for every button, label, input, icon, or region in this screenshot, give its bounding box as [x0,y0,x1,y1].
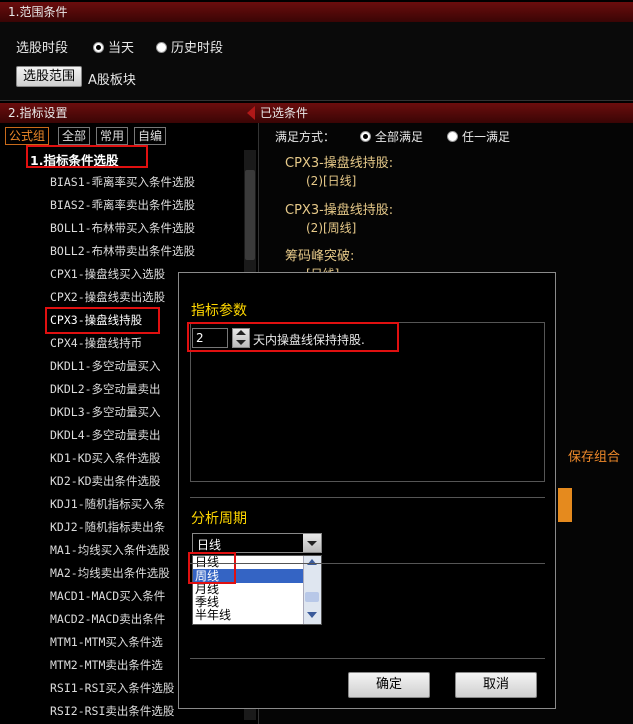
dialog-divider [190,497,545,498]
tab-formula-group[interactable]: 公式组 [5,127,50,145]
collapse-arrow-icon[interactable] [247,106,255,120]
radio-today[interactable]: 当天 [93,37,134,56]
indicator-section-title: 2.指标设置 [8,106,68,120]
period-select[interactable]: 日线 [192,533,322,553]
dropdown-scrollbar[interactable] [303,556,321,624]
radio-all-label: 全部满足 [375,130,424,144]
radio-any-label: 任一满足 [462,130,511,144]
tab-all[interactable]: 全部 [58,127,91,145]
scroll-down-icon[interactable] [307,612,317,618]
range-value: A股板块 [88,73,136,88]
highlight-weekly [188,552,236,584]
radio-any-satisfy[interactable]: 任一满足 [447,128,510,145]
period-divider [190,563,545,564]
tree-item[interactable]: RSI1-RSI买入条件选股 [50,677,174,699]
condition-title[interactable]: 筹码峰突破: [285,245,354,264]
period-option[interactable]: 半年线 [195,609,303,622]
tree-item[interactable]: BOLL1-布林带买入条件选股 [50,217,195,239]
tree-item[interactable]: KD1-KD买入条件选股 [50,447,161,469]
radio-all-dot-icon [360,131,371,142]
cancel-button[interactable]: 取消 [455,672,537,698]
period-dropdown-button[interactable] [303,534,321,552]
range-section-title: 1.范围条件 [8,5,68,19]
tree-item[interactable]: MACD1-MACD买入条件 [50,585,165,607]
tree-item[interactable]: MA1-均线买入条件选股 [50,539,170,561]
radio-history-label: 历史时段 [171,41,224,56]
tree-item[interactable]: CPX1-操盘线买入选股 [50,263,165,285]
ok-button[interactable]: 确定 [348,672,430,698]
radio-history-dot-icon [156,42,167,53]
condition-title[interactable]: CPX3-操盘线持股: [285,199,393,218]
tree-item[interactable]: DKDL2-多空动量卖出 [50,378,161,400]
tree-item[interactable]: KD2-KD卖出条件选股 [50,470,161,492]
range-section-panel [0,22,633,101]
dropdown-scroll-thumb[interactable] [305,592,319,602]
tree-item[interactable]: MTM2-MTM卖出条件选 [50,654,163,676]
tree-item[interactable]: CPX4-操盘线持币 [50,332,142,354]
highlight-group-title [26,145,148,168]
param-title: 指标参数 [191,303,247,319]
orange-side-button[interactable] [558,488,572,522]
selected-section-title: 已选条件 [260,106,309,120]
radio-today-label: 当天 [108,41,135,56]
save-combo-link[interactable]: 保存组合 [568,446,620,465]
tree-item[interactable]: BIAS2-乖离率卖出条件选股 [50,194,195,216]
period-select-value: 日线 [197,538,222,552]
tree-scrollbar-thumb[interactable] [245,170,255,260]
button-divider [190,658,545,659]
selected-section-header: 已选条件 [247,103,633,123]
condition-detail: (2)[日线] [306,174,357,188]
range-section-header: 1.范围条件 [0,2,633,22]
scroll-up-icon[interactable] [307,559,317,565]
tree-item[interactable]: BOLL2-布林带卖出条件选股 [50,240,195,262]
radio-today-dot-icon [93,42,104,53]
range-button[interactable]: 选股范围 [16,66,82,87]
tree-item[interactable]: BIAS1-乖离率买入条件选股 [50,171,195,193]
highlight-param [187,322,399,352]
condition-list: CPX3-操盘线持股: (2)[日线] CPX3-操盘线持股: (2)[周线] … [262,146,633,286]
indicator-section-header: 2.指标设置 [0,103,250,123]
tree-item[interactable]: MACD2-MACD卖出条件 [50,608,165,630]
period-label: 选股时段 [16,41,69,56]
tree-item[interactable]: DKDL3-多空动量买入 [50,401,161,423]
highlight-cpx3-item [45,307,160,334]
tab-common[interactable]: 常用 [96,127,129,145]
tree-item[interactable]: MA2-均线卖出条件选股 [50,562,170,584]
period-title: 分析周期 [191,511,247,527]
tree-item[interactable]: DKDL1-多空动量买入 [50,355,161,377]
condition-title[interactable]: CPX3-操盘线持股: [285,152,393,171]
mode-label: 满足方式： [275,130,336,144]
condition-detail: (2)[周线] [306,221,357,235]
tree-item[interactable]: KDJ2-随机指标卖出条 [50,516,165,538]
chevron-down-icon [307,541,317,546]
radio-any-dot-icon [447,131,458,142]
tree-item[interactable]: KDJ1-随机指标买入条 [50,493,165,515]
tree-item[interactable]: RSI2-RSI卖出条件选股 [50,700,174,722]
tree-item[interactable]: CPX2-操盘线卖出选股 [50,286,165,308]
radio-all-satisfy[interactable]: 全部满足 [360,128,423,145]
tree-item[interactable]: DKDL4-多空动量卖出 [50,424,161,446]
tree-item[interactable]: MTM1-MTM买入条件选 [50,631,163,653]
tab-custom[interactable]: 自编 [134,127,167,145]
radio-history[interactable]: 历史时段 [156,37,223,56]
